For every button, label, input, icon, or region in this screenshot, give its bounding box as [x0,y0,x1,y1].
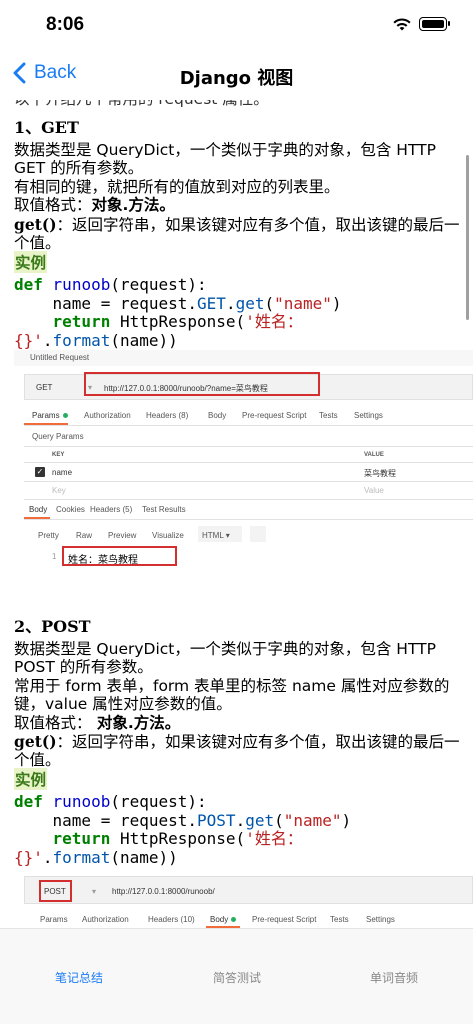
highlight-box [62,546,177,566]
code-block-get: def runoob(request): name = request.GET.… [14,275,342,350]
page-title: Django 视图 [179,68,294,89]
paragraph: 数据类型是 QueryDict，一个类似于字典的对象，包含 HTTP [14,640,436,658]
cut-off-line: 以下介绍几个常用的 request 属性。 [14,100,269,109]
article-content[interactable]: 以下介绍几个常用的 request 属性。 1、GET 数据类型是 QueryD… [0,100,473,928]
section-heading-get: 1、GET [14,118,79,137]
scroll-indicator [466,155,469,320]
code-block-post: def runoob(request): name = request.POST… [14,792,352,867]
tab-quiz[interactable]: 简答测试 [213,969,261,986]
status-bar: 8:06 [0,0,473,52]
battery-icon [419,17,450,31]
example-label: 实例 [14,768,48,790]
method-line: get()：返回字符串，如果该键对应有多个值，取出该键的最后一 [14,215,460,234]
navigation-bar: Back Django 视图 [0,52,473,100]
bottom-tab-bar: 笔记总结 简答测试 单词音频 [0,928,473,1024]
paragraph: 有相同的键，就把所有的值放到对应的列表里。 [14,178,340,196]
wrap-icon [250,526,266,542]
format-line: 取值格式： 对象.方法。 [14,714,181,732]
paragraph: 键，value 属性对应参数的值。 [14,695,232,713]
method-line: get()：返回字符串，如果该键对应有多个值，取出该键的最后一 [14,732,460,751]
highlight-box [84,372,320,396]
chevron-down-icon: ▾ [92,887,97,896]
postman-screenshot-get: Untitled Request GET ▾ http://127.0.0.1:… [14,350,473,575]
postman-screenshot-post: POST ▾ http://127.0.0.1:8000/runoob/ Par… [14,870,473,928]
section-heading-post: 2、POST [14,617,91,636]
checkbox-checked-icon: ✓ [35,467,45,477]
example-label: 实例 [14,251,48,273]
wifi-icon [393,18,411,31]
paragraph: GET 的所有参数。 [14,159,144,177]
paragraph: 常用于 form 表单，form 表单里的标签 name 属性对应参数的 [14,677,450,695]
highlight-box [39,880,72,902]
paragraph: POST 的所有参数。 [14,658,153,676]
paragraph: 数据类型是 QueryDict，一个类似于字典的对象，包含 HTTP [14,141,436,159]
status-time: 8:06 [46,14,85,35]
format-line: 取值格式：对象.方法。 [14,196,175,214]
tab-audio[interactable]: 单词音频 [370,969,418,986]
tab-notes[interactable]: 笔记总结 [55,969,103,986]
